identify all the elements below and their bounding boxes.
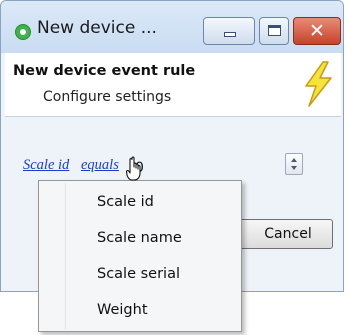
hand-cursor-icon <box>126 156 141 181</box>
menu-item-scale-id[interactable]: Scale id <box>39 185 241 219</box>
close-button[interactable]: ✕ <box>293 17 341 45</box>
field-selector-link[interactable]: Scale id <box>23 157 69 174</box>
minimize-icon <box>224 32 236 37</box>
title-bar[interactable]: New device ... ✕ <box>1 1 343 53</box>
spin-down-icon[interactable] <box>291 166 297 170</box>
operator-selector-link[interactable]: equals <box>81 157 119 174</box>
maximize-button[interactable] <box>259 17 289 45</box>
field-dropdown-menu: Scale id Scale name Scale serial Weight <box>38 180 242 332</box>
menu-item-weight[interactable]: Weight <box>39 293 241 327</box>
minimize-button[interactable] <box>203 17 255 45</box>
menu-item-scale-name[interactable]: Scale name <box>39 221 241 255</box>
spin-up-icon[interactable] <box>291 158 297 162</box>
maximize-icon <box>268 25 281 36</box>
app-icon <box>15 24 31 40</box>
page-subtitle: Configure settings <box>43 89 172 105</box>
cancel-button[interactable]: Cancel <box>229 219 333 249</box>
lightning-bolt-icon <box>305 61 332 107</box>
page-title: New device event rule <box>13 63 196 79</box>
value-spinner[interactable] <box>285 153 303 175</box>
close-icon: ✕ <box>309 20 325 42</box>
window-title: New device ... <box>37 18 157 38</box>
menu-item-scale-serial[interactable]: Scale serial <box>39 257 241 291</box>
header-panel: New device event rule Configure settings <box>5 53 341 117</box>
